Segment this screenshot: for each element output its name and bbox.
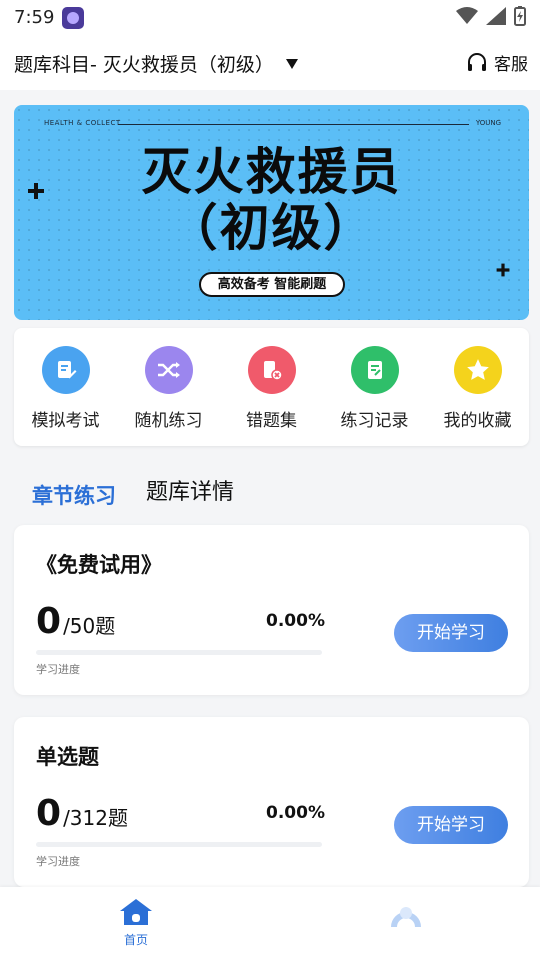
- done-count: 0: [36, 601, 62, 642]
- course-card: 单选题 0 /312题 0.00% 学习进度 开始学习: [14, 717, 529, 887]
- wifi-icon: [456, 7, 478, 24]
- subject-label: 题库科目- 灭火救援员（初级）: [14, 54, 274, 76]
- nav-profile[interactable]: [380, 897, 432, 941]
- menu-item-practice-record[interactable]: 练习记录: [323, 346, 426, 431]
- question-count: 0 /50题: [36, 601, 115, 642]
- status-bar: 7:59: [0, 0, 540, 36]
- menu-item-random-practice[interactable]: 随机练习: [117, 346, 220, 431]
- banner-subtitle: （初级）: [167, 199, 376, 257]
- tab-chapter-practice[interactable]: 章节练习: [32, 480, 116, 510]
- menu-label: 随机练习: [134, 411, 203, 431]
- banner-divider: [118, 124, 469, 125]
- progress-label: 学习进度: [36, 663, 80, 676]
- course-title: 单选题: [36, 745, 99, 769]
- star-icon: [453, 346, 502, 394]
- menu-label: 模拟考试: [31, 411, 100, 431]
- app-notification-icon: [62, 7, 84, 29]
- subject-selector[interactable]: 题库科目- 灭火救援员（初级）: [14, 50, 298, 77]
- menu-label: 我的收藏: [443, 411, 512, 431]
- banner-title: 灭火救援员: [141, 143, 402, 201]
- record-icon: [350, 346, 399, 394]
- course-title: 《免费试用》: [36, 553, 162, 577]
- profile-icon: [391, 907, 421, 928]
- progress-bar: [36, 650, 322, 655]
- exam-edit-icon: [41, 346, 90, 394]
- status-indicators: [456, 6, 526, 26]
- status-time: 7:59: [14, 7, 55, 28]
- tab-bank-details[interactable]: 题库详情: [146, 474, 234, 506]
- menu-label: 练习记录: [340, 411, 409, 431]
- battery-icon: [514, 6, 526, 26]
- customer-service-button[interactable]: 客服: [466, 50, 528, 75]
- question-count: 0 /312题: [36, 793, 128, 834]
- caret-down-icon: [285, 58, 298, 69]
- headset-icon: [468, 52, 486, 71]
- total-count: /50题: [63, 614, 116, 638]
- banner-tag: 高效备考 智能刷题: [199, 272, 345, 297]
- signal-icon: [486, 7, 506, 25]
- total-count: /312题: [63, 806, 128, 830]
- app-header: 题库科目- 灭火救援员（初级） 客服: [0, 36, 540, 90]
- shuffle-icon: [144, 346, 193, 394]
- nav-home[interactable]: 首页: [104, 897, 168, 948]
- nav-home-label: 首页: [123, 933, 148, 947]
- banner-top-right-text: YOUNG: [475, 119, 501, 127]
- course-card: 《免费试用》 0 /50题 0.00% 学习进度 开始学习: [14, 525, 529, 695]
- start-study-button[interactable]: 开始学习: [394, 806, 508, 844]
- section-tabs: 章节练习 题库详情: [32, 472, 512, 512]
- cross-deco-icon: [496, 263, 510, 277]
- home-icon: [120, 899, 152, 925]
- menu-item-mock-exam[interactable]: 模拟考试: [14, 346, 117, 431]
- progress-percent: 0.00%: [266, 611, 325, 631]
- progress-percent: 0.00%: [266, 803, 325, 823]
- wrong-questions-icon: [247, 346, 296, 394]
- menu-item-favorites[interactable]: 我的收藏: [426, 346, 529, 431]
- start-study-button[interactable]: 开始学习: [394, 614, 508, 652]
- customer-service-label: 客服: [494, 55, 528, 75]
- done-count: 0: [36, 793, 62, 834]
- bottom-nav: 首页: [0, 887, 540, 960]
- menu-label: 错题集: [246, 411, 297, 431]
- promo-banner[interactable]: HEALTH & COLLECT YOUNG 灭火救援员 （初级） 高效备考 智…: [14, 105, 529, 320]
- progress-label: 学习进度: [36, 855, 80, 868]
- menu-item-wrong-questions[interactable]: 错题集: [220, 346, 323, 431]
- banner-top-left-text: HEALTH & COLLECT: [44, 119, 121, 127]
- feature-menu: 模拟考试 随机练习 错题集 练习记录 我的收藏: [14, 328, 529, 446]
- progress-bar: [36, 842, 322, 847]
